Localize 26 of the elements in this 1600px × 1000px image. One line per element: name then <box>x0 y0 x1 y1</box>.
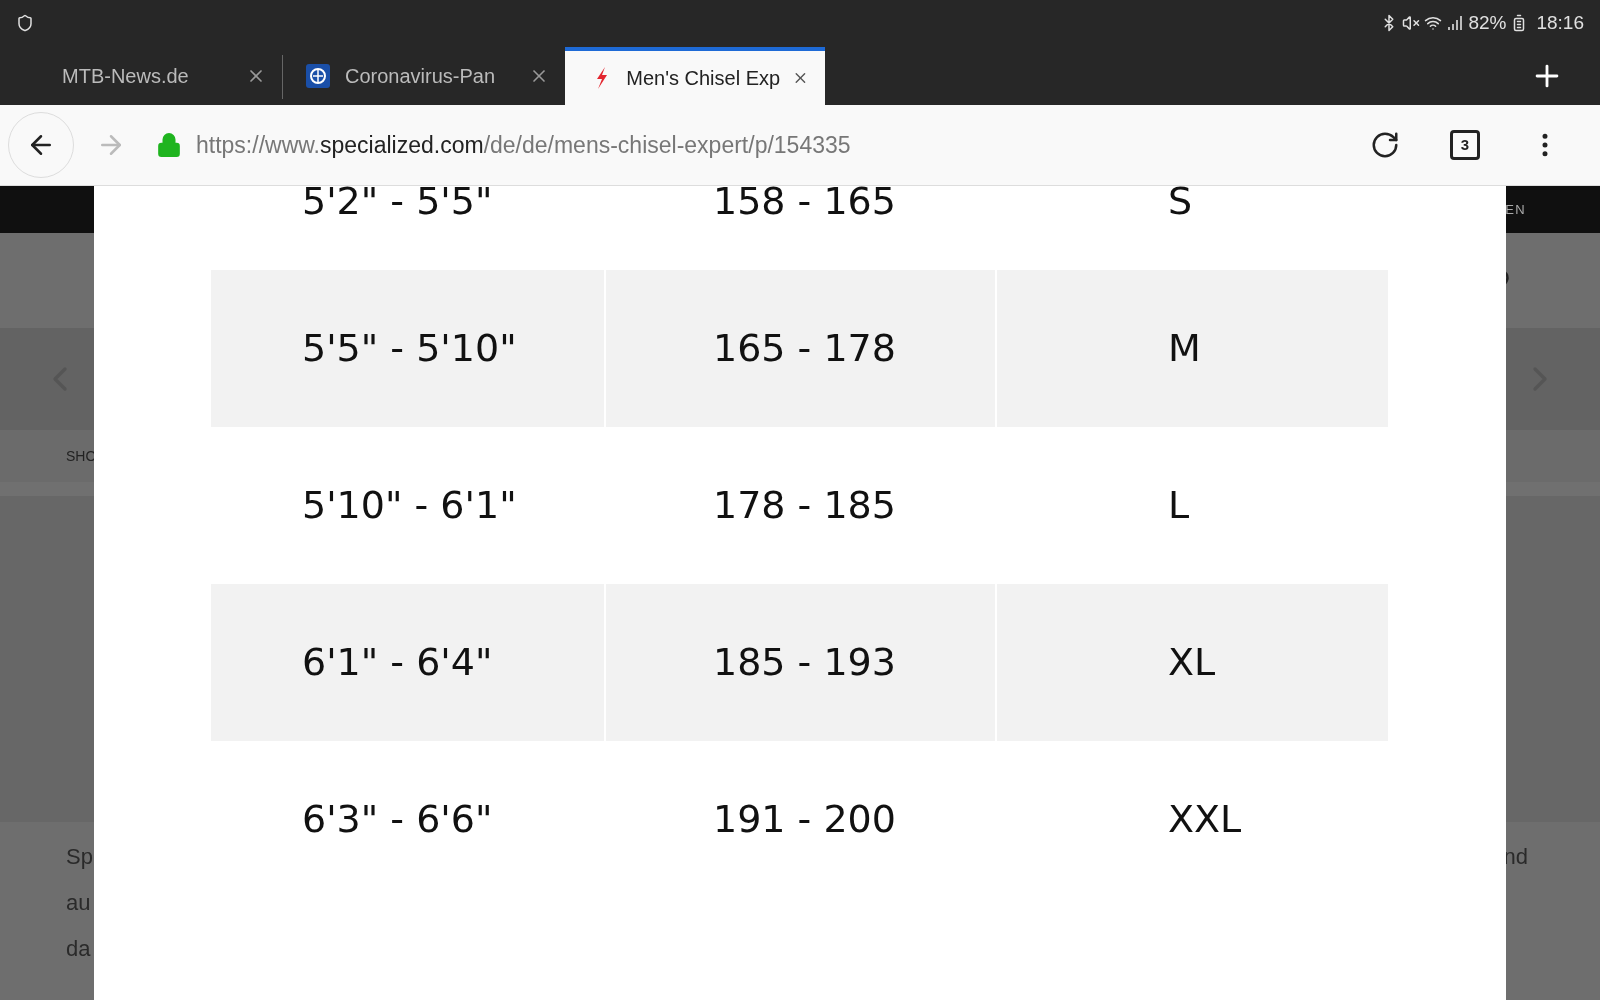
clock: 18:16 <box>1536 10 1584 35</box>
table-cell: 165 - 178 <box>606 270 995 427</box>
browser-tab[interactable]: Coronavirus-Pan <box>283 47 565 105</box>
table-cell: 5'5" - 5'10" <box>211 270 604 427</box>
body-text: Sp <box>66 843 93 871</box>
table-cell: 6'1" - 6'4" <box>211 584 604 741</box>
tab-title: MTB-News.de <box>62 64 189 89</box>
shield-icon <box>16 14 34 32</box>
tab-title: Men's Chisel Exp <box>626 66 781 91</box>
body-text: au <box>66 889 92 917</box>
table-cell: XL <box>997 584 1388 741</box>
table-cell: 185 - 193 <box>606 584 995 741</box>
table-cell: M <box>997 270 1388 427</box>
battery-percent: 82% <box>1468 10 1507 35</box>
globe-icon <box>306 64 330 88</box>
mute-icon <box>1402 14 1421 32</box>
browser-tab[interactable]: MTB-News.de <box>0 47 282 105</box>
url-text[interactable]: https://www.specialized.com/de/de/mens-chisel-expert/p/154335 <box>196 127 851 163</box>
body-text: da <box>66 935 92 963</box>
tab-count-button[interactable]: 3 <box>1450 130 1480 160</box>
top-strip-text: EN <box>1505 200 1526 219</box>
wifi-icon <box>1424 14 1443 32</box>
signal-icon <box>1446 14 1465 32</box>
tab-title: Coronavirus-Pan <box>345 64 496 89</box>
browser-tab[interactable]: Men's Chisel Exp <box>565 47 825 105</box>
reload-icon[interactable] <box>1370 130 1400 160</box>
